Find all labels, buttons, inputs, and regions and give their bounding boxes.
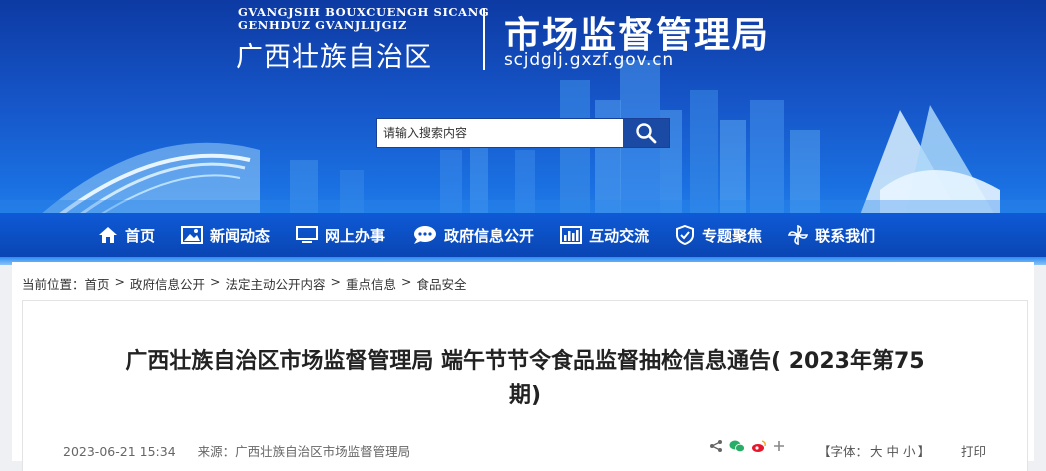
article-title-line-1: 广西壮族自治区市场监督管理局 端午节节令食品监督抽检信息通告( 2023年第75 — [125, 349, 925, 374]
article-title-line-2: 期) — [508, 383, 542, 408]
bar-chart-icon — [560, 226, 583, 244]
content-area: 当前位置： 首页 > 政府信息公开 > 法定主动公开内容 > 重点信息 > 食品… — [12, 262, 1034, 471]
site-url: scjdglj.gxzf.gov.cn — [504, 50, 674, 70]
plus-icon[interactable] — [773, 440, 785, 452]
breadcrumb-separator: > — [210, 274, 221, 289]
pinwheel-icon — [788, 225, 809, 245]
search-button[interactable] — [623, 119, 669, 147]
logo-divider — [483, 8, 485, 70]
font-size-close: 】 — [917, 444, 931, 459]
search-bar — [376, 118, 670, 148]
article-panel: 广西壮族自治区市场监督管理局 端午节节令食品监督抽检信息通告( 2023年第75… — [22, 300, 1028, 471]
nav-item-label: 专题聚焦 — [702, 226, 763, 245]
nav-item-label: 首页 — [125, 226, 156, 245]
article-meta: 2023-06-21 15:34 来源：广西壮族自治区市场监督管理局 — [63, 441, 428, 460]
pinyin-line-2: GENHDUZ GVANJLIJGIZ — [238, 18, 407, 32]
nav-item-label: 政府信息公开 — [444, 226, 535, 245]
font-size-large-button[interactable]: 大 — [870, 444, 883, 459]
print-button[interactable]: 打印 — [961, 441, 986, 460]
article-source: 来源：广西壮族自治区市场监督管理局 — [197, 444, 411, 459]
nav-item-news[interactable]: 新闻动态 — [181, 213, 270, 257]
image-icon — [181, 226, 204, 244]
nav-item-home[interactable]: 首页 — [98, 213, 155, 257]
font-size-control: 【字体：大中小】 — [818, 441, 930, 460]
nav-item-contact[interactable]: 联系我们 — [788, 213, 875, 257]
weibo-icon[interactable] — [751, 439, 767, 453]
nav-item-label: 互动交流 — [589, 226, 650, 245]
font-size-label: 【字体： — [818, 444, 869, 459]
breadcrumb-prefix: 当前位置： — [22, 277, 85, 292]
breadcrumb-separator: > — [330, 274, 342, 289]
main-nav: 首页 新闻动态 网上办事 政府信息公开 互动交流 专题聚焦 联系我们 — [0, 213, 1046, 257]
nav-item-online-services[interactable]: 网上办事 — [296, 213, 385, 257]
search-icon — [636, 123, 657, 144]
home-icon — [98, 226, 118, 244]
nav-item-topics[interactable]: 专题聚焦 — [675, 213, 762, 257]
share-icon[interactable] — [709, 439, 723, 453]
breadcrumb-link-food-safety[interactable]: 食品安全 — [417, 274, 467, 293]
breadcrumb-link-key-info[interactable]: 重点信息 — [346, 274, 396, 293]
breadcrumb-link-statutory[interactable]: 法定主动公开内容 — [226, 274, 326, 293]
share-tools — [709, 439, 791, 453]
article-title: 广西壮族自治区市场监督管理局 端午节节令食品监督抽检信息通告( 2023年第75… — [63, 345, 987, 413]
breadcrumb-separator: > — [401, 274, 412, 289]
breadcrumb-link-home[interactable]: 首页 — [85, 274, 110, 293]
nav-item-label: 网上办事 — [325, 226, 386, 245]
nav-item-interaction[interactable]: 互动交流 — [560, 213, 649, 257]
nav-item-label: 联系我们 — [815, 226, 876, 245]
breadcrumb-separator: > — [114, 274, 126, 289]
breadcrumb: 当前位置： 首页 > 政府信息公开 > 法定主动公开内容 > 重点信息 > 食品… — [22, 274, 467, 293]
monitor-icon — [296, 226, 319, 244]
font-size-medium-button[interactable]: 中 — [887, 444, 900, 459]
shield-icon — [675, 225, 695, 245]
breadcrumb-link-gov-info[interactable]: 政府信息公开 — [130, 274, 205, 293]
font-size-small-button[interactable]: 小 — [903, 444, 916, 459]
wechat-icon[interactable] — [729, 439, 745, 453]
publish-date: 2023-06-21 15:34 — [63, 444, 176, 459]
search-input[interactable] — [377, 119, 629, 147]
nav-item-label: 新闻动态 — [210, 226, 271, 245]
nav-item-gov-info[interactable]: 政府信息公开 — [411, 213, 534, 257]
region-name: 广西壮族自治区 — [236, 42, 432, 73]
speech-bubble-icon — [411, 225, 437, 245]
logo-pinyin: GVANGJSIH BOUXCUENGH SICANG GENHDUZ GVAN… — [238, 6, 489, 32]
